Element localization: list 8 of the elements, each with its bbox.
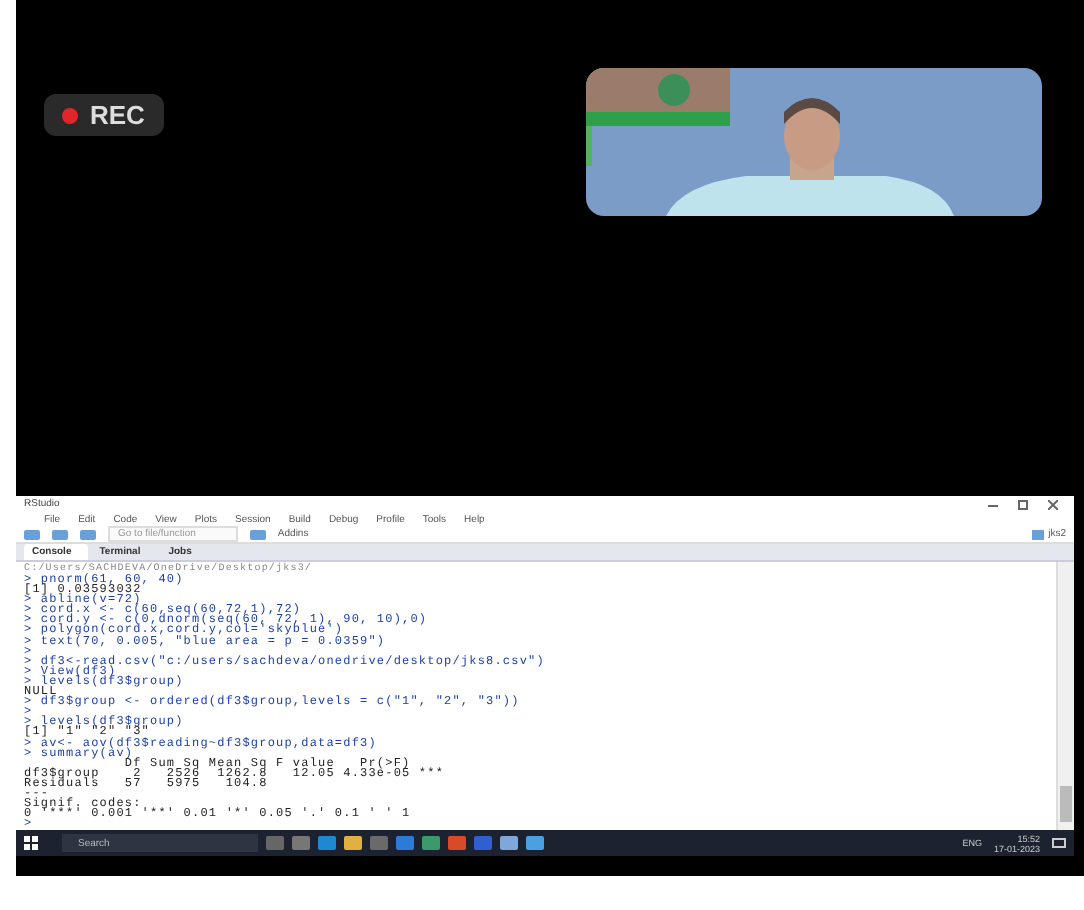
record-dot-icon — [62, 107, 78, 123]
windows-start-icon[interactable] — [24, 836, 38, 850]
rec-label: REC — [90, 100, 145, 130]
close-icon[interactable] — [1048, 499, 1058, 509]
maximize-icon[interactable] — [1018, 499, 1028, 509]
scrollbar[interactable] — [1056, 562, 1074, 830]
notification-icon[interactable] — [1052, 837, 1066, 849]
minimize-icon[interactable] — [988, 499, 998, 509]
